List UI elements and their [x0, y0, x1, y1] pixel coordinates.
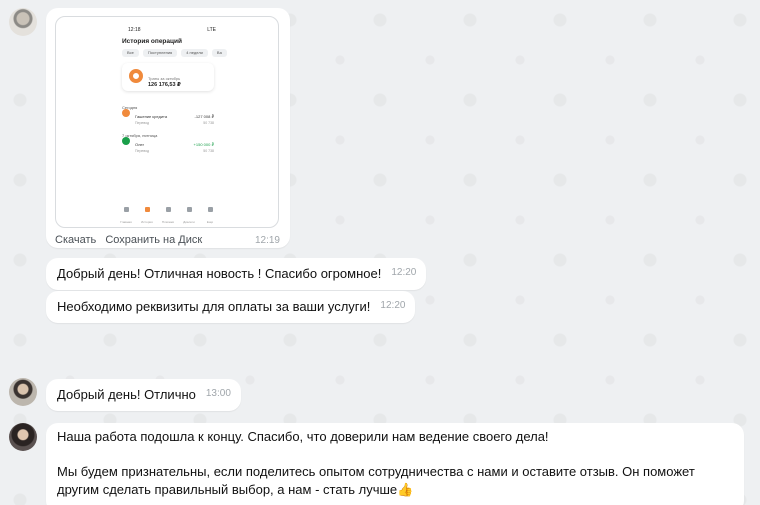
screenshot-filter-chips: Все Поступления 4 недели Ва [122, 49, 227, 57]
message-text-line: Мы будем признательны, если поделитесь о… [57, 464, 695, 497]
sender-avatar[interactable] [9, 8, 37, 36]
sender-avatar[interactable] [9, 378, 37, 406]
message-text: Необходимо реквизиты для оплаты за ваши … [57, 299, 371, 314]
message-text: Добрый день! Отлично [57, 387, 196, 402]
filter-chip: Все [122, 49, 139, 57]
operation-row: Гашение кредита Перевод -127 008 ₽ 50 73… [122, 107, 214, 125]
filter-chip: 4 недели [181, 49, 208, 57]
nav-item: Ещё [202, 207, 218, 224]
nav-icon [186, 207, 192, 212]
message-text: Наша работа подошла к концу. Спасибо, чт… [57, 429, 549, 444]
attached-screenshot[interactable]: 12:18 LTE История операций Все Поступлен… [55, 16, 279, 228]
spending-amount: 126 176,53 ₽ [148, 82, 181, 88]
operation-icon [122, 109, 130, 117]
nav-item: Платежи [160, 207, 176, 224]
operation-icon [122, 137, 130, 145]
message-text: Добрый день! Отличная новость ! Спасибо … [57, 266, 382, 281]
nav-icon [207, 207, 213, 212]
image-actions: Скачать Сохранить на Диск [55, 231, 208, 249]
nav-icon [123, 207, 129, 212]
phone-signal-icon: LTE [207, 27, 216, 33]
thumbs-up-icon: 👍 [397, 482, 414, 497]
nav-icon [144, 207, 150, 212]
message-bubble: Добрый день! Отлично 13:00 [46, 379, 241, 411]
message-bubble: Добрый день! Отличная новость ! Спасибо … [46, 258, 427, 290]
filter-chip: Ва [211, 49, 227, 57]
screenshot-bottom-nav: Главная История Платежи Диалоги Ещё [118, 207, 218, 224]
operation-row: Олег Перевод +150 000 ₽ 50 738 [122, 135, 214, 153]
sender-avatar[interactable] [9, 423, 37, 451]
spending-card: Траты за октябрь 126 176,53 ₽ [122, 63, 214, 91]
message-time: 13:00 [205, 388, 231, 399]
message-text: Мы будем признательны, если поделитесь о… [57, 463, 734, 499]
nav-item: История [139, 207, 155, 224]
save-to-disk-link[interactable]: Сохранить на Диск [105, 234, 202, 246]
message-time: 12:19 [254, 235, 280, 246]
download-link[interactable]: Скачать [55, 234, 96, 246]
message-bubble: Наша работа подошла к концу. Спасибо, чт… [46, 423, 744, 505]
message-time: 12:20 [391, 267, 417, 278]
message-bubble: Необходимо реквизиты для оплаты за ваши … [46, 291, 416, 323]
operation-type: Перевод [135, 149, 150, 153]
donut-chart-icon [129, 69, 143, 83]
operation-balance: 50 738 [203, 121, 214, 125]
image-message: 12:18 LTE История операций Все Поступлен… [46, 8, 290, 248]
phone-status-bar: 12:18 LTE [56, 21, 278, 33]
nav-icon [165, 207, 171, 212]
filter-chip: Поступления [142, 49, 178, 57]
operation-balance: 50 738 [203, 149, 214, 153]
nav-item: Главная [118, 207, 134, 224]
message-time: 12:20 [380, 300, 406, 311]
nav-item: Диалоги [181, 207, 197, 224]
